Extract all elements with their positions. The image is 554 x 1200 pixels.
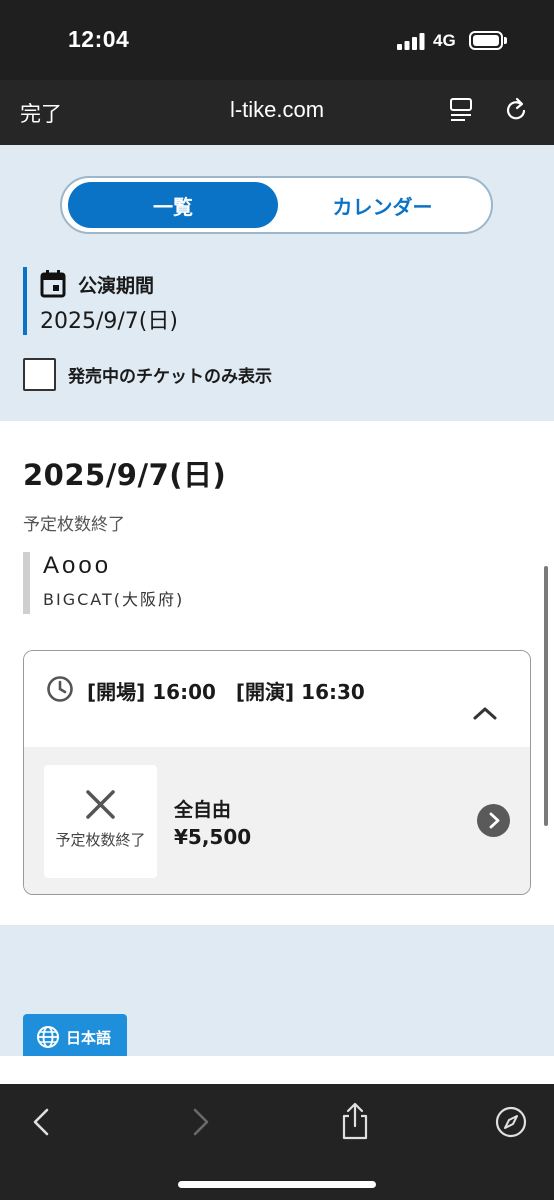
globe-icon — [37, 1026, 59, 1048]
clock-icon — [47, 676, 73, 702]
tab-calendar[interactable]: カレンダー — [280, 182, 485, 228]
language-button[interactable]: 日本語 — [23, 1014, 127, 1060]
chevron-up-icon[interactable] — [471, 703, 499, 723]
ticket-row[interactable]: 予定枚数終了 全自由 ¥5,500 — [24, 747, 530, 894]
event-venue: BIGCAT(大阪府) — [43, 590, 185, 609]
status-time: 12:04 — [68, 26, 130, 52]
event-name: Aooo — [43, 552, 112, 579]
battery-cap — [504, 37, 507, 44]
event-block: Aooo BIGCAT(大阪府) — [23, 552, 184, 614]
ticket-status-label: 予定枚数終了 — [55, 831, 146, 849]
view-toggle: 一覧 カレンダー — [60, 176, 493, 234]
performance-card: [開場] 16:00 [開演] 16:30 予定枚数終了 全自由 ¥5,500 — [23, 650, 531, 895]
close-x-icon — [86, 790, 115, 819]
period-label: 公演期間 — [78, 274, 155, 297]
calendar-icon — [40, 270, 66, 298]
share-icon[interactable] — [339, 1102, 371, 1140]
chevron-right-icon[interactable] — [477, 804, 510, 837]
reload-icon[interactable] — [503, 96, 529, 124]
back-icon[interactable] — [30, 1106, 52, 1138]
page-footer-strip — [0, 1056, 554, 1084]
period-date: 2025/9/7(日) — [40, 309, 178, 334]
home-indicator — [178, 1181, 376, 1188]
tab-list[interactable]: 一覧 — [68, 182, 278, 228]
scroll-indicator[interactable] — [544, 566, 548, 826]
reader-icon[interactable] — [449, 96, 473, 124]
filter-panel: 一覧 カレンダー 公演期間 2025/9/7(日) 発売中のチケットのみ表示 — [0, 145, 554, 421]
on-sale-checkbox[interactable] — [23, 358, 56, 391]
on-sale-filter[interactable]: 発売中のチケットのみ表示 — [23, 358, 272, 391]
ticket-status-tile: 予定枚数終了 — [44, 765, 157, 878]
browser-nav-bar: 完了 l-tike.com — [0, 80, 554, 145]
status-bar: 12:04 4G — [0, 0, 554, 80]
seat-type: 全自由 — [174, 799, 232, 821]
language-label: 日本語 — [66, 1028, 112, 1047]
status-note: 予定枚数終了 — [23, 515, 125, 535]
date-heading: 2025/9/7(日) — [23, 458, 227, 492]
forward-icon[interactable] — [190, 1106, 212, 1138]
battery-icon — [469, 31, 503, 50]
ticket-price: ¥5,500 — [174, 825, 252, 849]
footer-band: 日本語 — [0, 925, 554, 1060]
browser-toolbar — [0, 1084, 554, 1200]
signal-icon — [397, 33, 425, 50]
performance-time: [開場] 16:00 [開演] 16:30 — [87, 680, 365, 704]
performance-header[interactable]: [開場] 16:00 [開演] 16:30 — [24, 651, 530, 747]
period-block: 公演期間 2025/9/7(日) — [23, 267, 178, 335]
listing-content: 2025/9/7(日) 予定枚数終了 Aooo BIGCAT(大阪府) [開場]… — [0, 421, 554, 925]
on-sale-label[interactable]: 発売中のチケットのみ表示 — [68, 362, 272, 387]
network-label: 4G — [433, 31, 456, 50]
compass-icon[interactable] — [495, 1106, 527, 1138]
